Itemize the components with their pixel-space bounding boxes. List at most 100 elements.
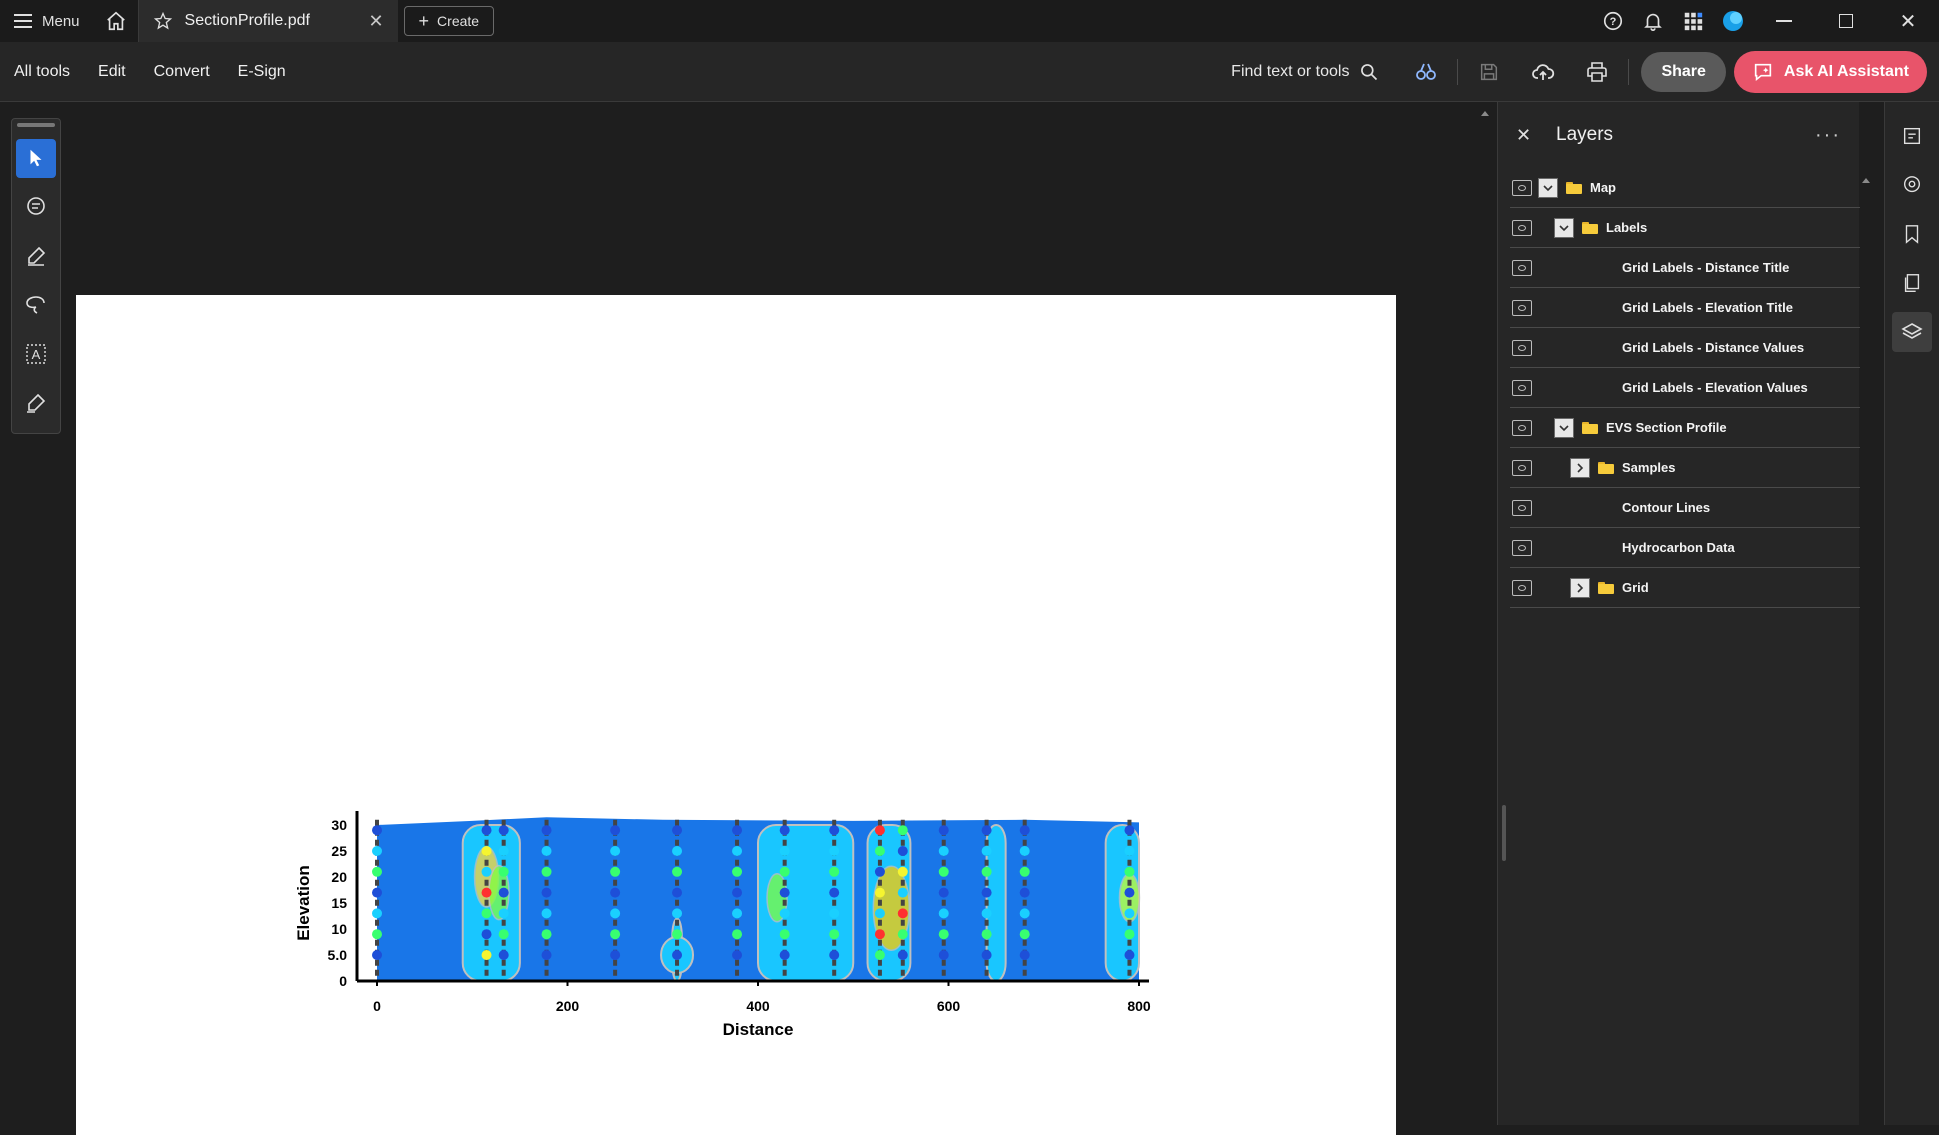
sample-point	[874, 866, 885, 877]
layer-label: Samples	[1622, 460, 1676, 475]
close-window-icon: ✕	[1899, 10, 1917, 33]
menu-esign[interactable]: E-Sign	[224, 63, 300, 81]
apps-button[interactable]	[1673, 0, 1713, 42]
highlight-tool[interactable]	[16, 237, 56, 276]
document-canvas[interactable]: 0 200 400 600 800 0 5.0 10 15 20 25 30 Distance Eleva…	[0, 102, 1497, 1135]
rail-comments[interactable]	[1892, 165, 1932, 205]
layer-row[interactable]: Grid Labels - Elevation Values	[1510, 368, 1860, 408]
rail-layers[interactable]	[1892, 312, 1932, 352]
close-panel-icon[interactable]: ✕	[1516, 125, 1556, 146]
sample-point	[372, 887, 382, 898]
sign-icon	[27, 394, 46, 414]
scroll-up-arrow-icon[interactable]	[1478, 106, 1492, 120]
visibility-eye-icon[interactable]	[1512, 579, 1532, 596]
canvas-vertical-scrollbar[interactable]	[1478, 102, 1492, 1125]
layer-label: Labels	[1606, 220, 1648, 235]
chevron-right-icon[interactable]	[1570, 457, 1590, 478]
plus-icon: +	[418, 10, 430, 31]
layer-row[interactable]: Hydrocarbon Data	[1510, 528, 1860, 568]
chevron-down-icon[interactable]	[1538, 177, 1558, 198]
home-button[interactable]	[94, 0, 138, 42]
sample-point	[938, 866, 949, 877]
save-button[interactable]	[1462, 42, 1516, 102]
sample-point	[498, 908, 509, 919]
chevron-down-icon[interactable]	[1554, 417, 1574, 438]
minimize-button[interactable]	[1753, 0, 1815, 42]
layer-row[interactable]: Labels	[1510, 208, 1860, 248]
maximize-button[interactable]	[1815, 0, 1877, 42]
layer-label: Grid Labels - Elevation Title	[1622, 300, 1793, 315]
ask-ai-assistant-button[interactable]: Ask AI Assistant	[1733, 50, 1927, 93]
sample-point	[672, 908, 683, 919]
draw-tool[interactable]	[16, 286, 56, 325]
section-profile-chart: 0 200 400 600 800 0 5.0 10 15 20 25 30 Distance Eleva…	[294, 811, 1151, 1039]
layer-row[interactable]: Grid Labels - Distance Values	[1510, 328, 1860, 368]
layer-row[interactable]: Contour Lines	[1510, 488, 1860, 528]
sample-point	[610, 825, 621, 836]
visibility-eye-icon[interactable]	[1512, 179, 1532, 196]
document-tab[interactable]: SectionProfile.pdf ✕	[137, 0, 398, 42]
layer-row[interactable]: Grid Labels - Distance Title	[1510, 248, 1860, 288]
panel-resize-handle[interactable]	[1502, 805, 1506, 861]
rail-bookmarks[interactable]	[1892, 214, 1932, 254]
find-tools-button[interactable]: Find text or tools	[1231, 62, 1399, 82]
sample-point	[779, 908, 790, 919]
text-box-icon: A	[26, 344, 46, 365]
create-button[interactable]: + Create	[403, 6, 495, 36]
bell-icon	[1644, 13, 1662, 31]
menu-edit[interactable]: Edit	[84, 63, 140, 81]
chevron-down-icon[interactable]	[1554, 217, 1574, 238]
menu-button[interactable]: Menu	[0, 0, 94, 42]
sample-point	[1124, 908, 1135, 919]
visibility-eye-icon[interactable]	[1512, 299, 1532, 316]
sample-point	[672, 846, 683, 856]
sign-tool[interactable]	[16, 384, 56, 423]
comment-tool[interactable]	[16, 188, 56, 227]
visibility-eye-icon[interactable]	[1512, 539, 1532, 556]
layer-row[interactable]: Grid Labels - Elevation Title	[1510, 288, 1860, 328]
sample-point	[610, 866, 621, 877]
layer-row[interactable]: EVS Section Profile	[1510, 408, 1860, 448]
layers-scroll-up-icon[interactable]	[1860, 174, 1872, 186]
visibility-eye-icon[interactable]	[1512, 219, 1532, 236]
visibility-eye-icon[interactable]	[1512, 499, 1532, 516]
help-button[interactable]: ?	[1593, 0, 1633, 42]
drag-handle[interactable]	[17, 123, 55, 127]
read-aloud-button[interactable]	[1399, 42, 1453, 102]
layer-row[interactable]: Map	[1510, 168, 1860, 208]
close-window-button[interactable]: ✕	[1877, 0, 1939, 42]
notifications-button[interactable]	[1633, 0, 1673, 42]
menu-convert[interactable]: Convert	[140, 63, 224, 81]
close-tab-icon[interactable]: ✕	[368, 11, 383, 32]
visibility-eye-icon[interactable]	[1512, 259, 1532, 276]
y-tick-label: 20	[331, 869, 347, 885]
layers-tree: Map Labels Grid Labels - Distance Title Gri…	[1510, 168, 1860, 608]
star-icon[interactable]	[153, 11, 173, 31]
more-options-icon[interactable]: ···	[1815, 124, 1841, 147]
layer-row[interactable]: Grid	[1510, 568, 1860, 608]
select-tool[interactable]	[16, 138, 56, 178]
layers-scrollbar[interactable]	[1860, 168, 1872, 1125]
folder-icon	[1566, 181, 1582, 194]
layer-row[interactable]: Samples	[1510, 448, 1860, 488]
sample-point	[481, 929, 492, 940]
comment-icon	[27, 197, 45, 216]
visibility-eye-icon[interactable]	[1512, 459, 1532, 476]
share-button[interactable]: Share	[1641, 51, 1726, 92]
visibility-eye-icon[interactable]	[1512, 419, 1532, 436]
upload-button[interactable]	[1516, 42, 1570, 102]
sample-point	[498, 866, 509, 877]
visibility-eye-icon[interactable]	[1512, 379, 1532, 396]
sample-point	[829, 908, 840, 919]
rail-pages[interactable]	[1892, 263, 1932, 303]
menu-all-tools[interactable]: All tools	[0, 63, 84, 81]
rail-edit-pdf[interactable]	[1892, 116, 1932, 156]
visibility-eye-icon[interactable]	[1512, 339, 1532, 356]
chevron-right-icon[interactable]	[1570, 577, 1590, 598]
sample-point	[1124, 825, 1135, 836]
layers-panel: ✕ Layers ··· Map Labels Grid Labels - Dist…	[1497, 102, 1860, 1125]
profile-button[interactable]	[1713, 0, 1753, 42]
text-box-tool[interactable]: A	[16, 335, 56, 374]
print-button[interactable]	[1570, 42, 1624, 102]
y-tick-label: 15	[331, 895, 347, 911]
